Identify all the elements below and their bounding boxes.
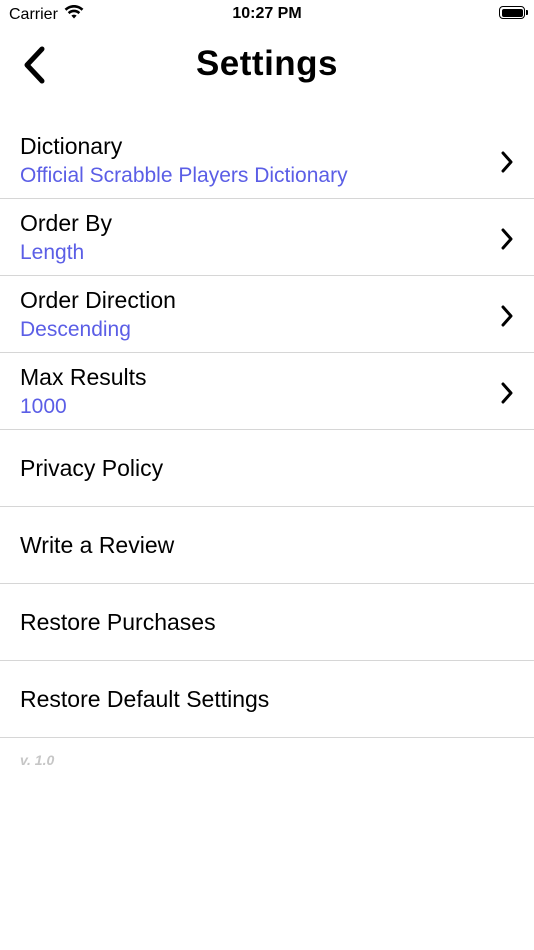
page-title: Settings <box>195 44 339 83</box>
restore-purchases-label: Restore Purchases <box>20 609 216 635</box>
chevron-right-icon <box>501 228 513 250</box>
setting-row-max-results[interactable]: Max Results 1000 <box>0 353 534 430</box>
chevron-right-icon <box>501 151 513 173</box>
setting-label: Order Direction <box>20 287 176 313</box>
battery-icon <box>499 6 528 19</box>
settings-list: Dictionary Official Scrabble Players Dic… <box>0 122 534 738</box>
setting-row-order-by[interactable]: Order By Length <box>0 199 534 276</box>
setting-value: Official Scrabble Players Dictionary <box>20 164 348 187</box>
status-bar: Carrier 10:27 PM <box>0 0 534 30</box>
write-review-row[interactable]: Write a Review <box>0 507 534 584</box>
status-time: 10:27 PM <box>232 5 302 22</box>
restore-purchases-row[interactable]: Restore Purchases <box>0 584 534 661</box>
setting-label: Order By <box>20 210 113 236</box>
restore-default-settings-row[interactable]: Restore Default Settings <box>0 661 534 738</box>
app-version: v. 1.0 <box>20 752 55 768</box>
setting-row-dictionary[interactable]: Dictionary Official Scrabble Players Dic… <box>0 122 534 199</box>
write-review-label: Write a Review <box>20 532 175 558</box>
setting-row-order-direction[interactable]: Order Direction Descending <box>0 276 534 353</box>
setting-label: Max Results <box>20 364 147 390</box>
privacy-policy-label: Privacy Policy <box>20 455 164 481</box>
setting-label: Dictionary <box>20 133 123 159</box>
setting-value: Length <box>20 241 85 264</box>
chevron-right-icon <box>501 305 513 327</box>
restore-default-settings-label: Restore Default Settings <box>20 686 270 712</box>
privacy-policy-row[interactable]: Privacy Policy <box>0 430 534 507</box>
setting-value: Descending <box>20 318 131 341</box>
navigation-bar: Settings <box>0 30 534 110</box>
setting-value: 1000 <box>20 395 67 418</box>
chevron-right-icon <box>501 382 513 404</box>
